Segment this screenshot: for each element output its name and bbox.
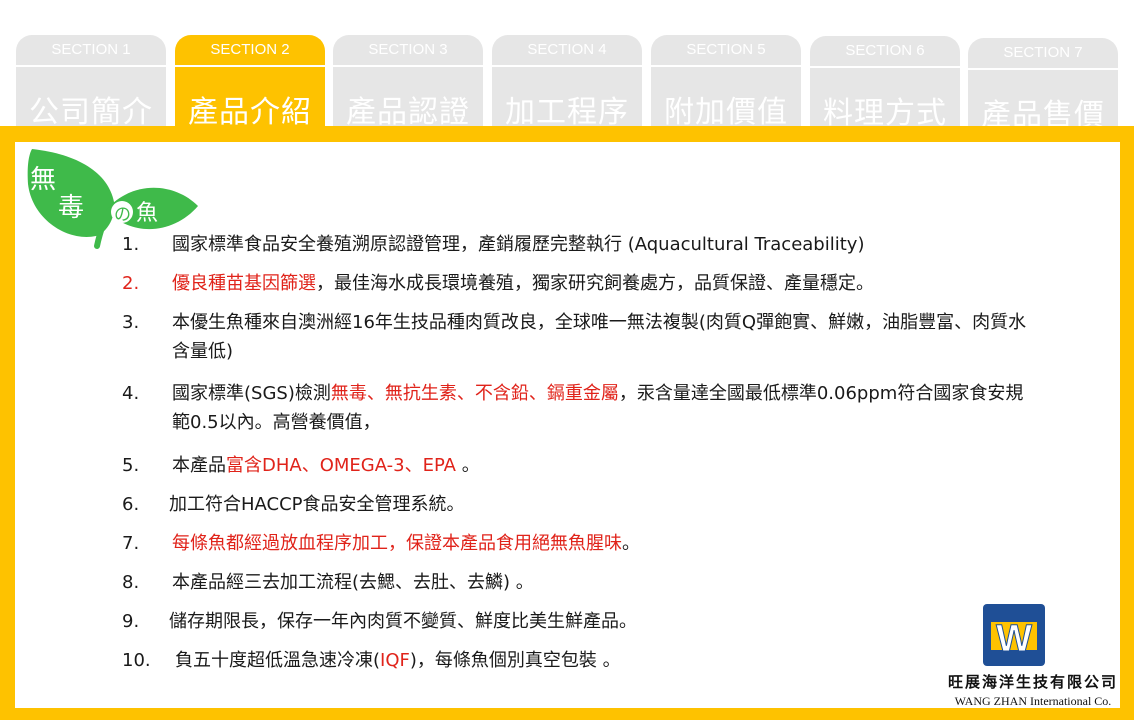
company-logo-icon: W [983,604,1045,666]
tab-divider [175,65,325,67]
list-item-text: 儲存期限長，保存一年內肉質不變質、鮮度比美生鮮產品。 [169,607,1029,636]
list-item: 3. 本優生魚種來自澳洲經16年生技品種肉質改良，全球唯一無法複製(肉質Q彈飽實、… [122,308,1026,379]
list-item-text: 本優生魚種來自澳洲經16年生技品種肉質改良，全球唯一無法複製(肉質Q彈飽實、鮮嫩… [172,308,1032,366]
list-item-text: 加工符合HACCP食品安全管理系統。 [169,490,1029,519]
list-item: 6. 加工符合HACCP食品安全管理系統。 [122,490,1022,529]
tab-divider [333,65,483,67]
list-item: 5. 本產品富含DHA、OMEGA-3、EPA 。 [122,451,1022,490]
list-item-number: 1. [122,234,140,255]
body-text: 國家標準(SGS)檢測 [172,383,331,404]
tab-section-5[interactable]: SECTION 5 附加價值 [651,35,801,128]
highlight-text: IQF [380,650,410,671]
badge-char-wu: 無 [30,165,56,195]
badge-char-no: の [114,205,131,225]
list-item-number: 2. [122,273,140,294]
tab-section-label: SECTION 6 [845,42,925,59]
list-item-number: 7. [122,533,140,554]
body-text: 儲存期限長，保存一年內肉質不變質、鮮度比美生鮮產品。 [169,611,637,632]
badge-char-yu: 魚 [136,201,158,226]
body-text: 本產品 [172,455,226,476]
list-item-number: 9. [122,611,140,632]
list-item-text: 優良種苗基因篩選，最佳海水成長環境養殖，獨家研究飼養處方，品質保證、產量穩定。 [172,269,1032,298]
list-item-text: 國家標準食品安全養殖溯原認證管理，產銷履歷完整執行 (Aquacultural … [172,230,1032,259]
body-text: 本產品經三去加工流程(去鰓、去肚、去鱗) 。 [172,572,534,593]
tab-title: 產品售價 [981,98,1105,131]
company-name-english: WANG ZHAN International Co. [954,694,1112,708]
highlight-text: 無毒、無抗生素、不含鉛、鎘重金屬 [330,383,619,404]
tab-title: 公司簡介 [29,95,153,128]
tab-title: 產品認證 [346,95,470,128]
list-item-number: 5. [122,455,140,476]
body-text: 加工符合HACCP食品安全管理系統。 [169,494,465,515]
list-item-number: 8. [122,572,140,593]
list-item-text: 國家標準(SGS)檢測無毒、無抗生素、不含鉛、鎘重金屬，汞含量達全國最低標準0.… [172,379,1032,437]
tab-title: 產品介紹 [188,95,312,128]
badge-char-du: 毒 [58,193,84,223]
list-item-text: 本產品富含DHA、OMEGA-3、EPA 。 [172,451,1032,480]
list-item: 10. 負五十度超低溫急速冷凍(IQF)，每條魚個別真空包裝 。 [122,646,1022,685]
body-text: 。 [622,533,640,554]
list-item: 8. 本產品經三去加工流程(去鰓、去肚、去鱗) 。 [122,568,1022,607]
tab-divider [651,65,801,67]
list-item-number: 4. [122,383,140,404]
list-item-number: 10. [122,650,151,671]
tab-section-4[interactable]: SECTION 4 加工程序 [492,35,642,128]
tab-section-7[interactable]: SECTION 7 產品售價 [968,38,1118,131]
tab-title: 附加價值 [664,95,788,128]
list-item: 1. 國家標準食品安全養殖溯原認證管理，產銷履歷完整執行 (Aquacultura… [122,230,1022,269]
list-item-text: 負五十度超低溫急速冷凍(IQF)，每條魚個別真空包裝 。 [175,646,1035,675]
body-text: 國家標準食品安全養殖溯原認證管理，產銷履歷完整執行 (Aquacultural … [172,234,865,255]
list-item-number: 6. [122,494,140,515]
body-text: 本優生魚種來自澳洲經16年生技品種肉質改良，全球唯一無法複製(肉質Q彈飽實、鮮嫩… [172,312,1027,362]
highlight-text: 富含DHA、OMEGA-3、EPA [226,455,456,476]
tab-title: 加工程序 [505,95,629,128]
tab-section-label: SECTION 3 [368,41,448,58]
company-name-chinese: 旺展海洋生技有限公司 [947,673,1118,691]
body-text: 負五十度超低溫急速冷凍( [175,650,381,671]
tab-divider [16,65,166,67]
highlight-text: 每條魚都經過放血程序加工，保證本產品食用絕無魚腥味 [172,533,622,554]
list-item-text: 每條魚都經過放血程序加工，保證本產品食用絕無魚腥味。 [172,529,1032,558]
tab-section-label: SECTION 7 [1003,44,1083,61]
body-text: ，最佳海水成長環境養殖，獨家研究飼養處方，品質保證、產量穩定。 [316,273,874,294]
list-item: 2. 優良種苗基因篩選，最佳海水成長環境養殖，獨家研究飼養處方，品質保證、產量穩定… [122,269,1022,308]
tab-divider [492,65,642,67]
list-item: 7. 每條魚都經過放血程序加工，保證本產品食用絕無魚腥味。 [122,529,1022,568]
list-item-number: 3. [122,312,140,333]
tab-section-1[interactable]: SECTION 1 公司簡介 [16,35,166,128]
tab-section-label: SECTION 1 [51,41,131,58]
list-item: 4. 國家標準(SGS)檢測無毒、無抗生素、不含鉛、鎘重金屬，汞含量達全國最低標準… [122,379,1023,451]
tab-title: 料理方式 [823,96,947,129]
list-item: 9. 儲存期限長，保存一年內肉質不變質、鮮度比美生鮮產品。 [122,607,1022,646]
body-text: 。 [455,455,480,476]
tab-section-3[interactable]: SECTION 3 產品認證 [333,35,483,128]
section-tabs: SECTION 1 公司簡介 SECTION 2 產品介紹 SECTION 3 產品認證 S… [0,0,1134,131]
tab-divider [968,68,1118,70]
company-name-block: 旺展海洋生技有限公司 WANG ZHAN International Co. [948,671,1118,709]
logo-letter: W [996,618,1032,660]
highlight-text: 優良種苗基因篩選 [172,273,316,294]
tab-divider [810,66,960,68]
tab-section-label: SECTION 4 [527,41,607,58]
tab-section-2[interactable]: SECTION 2 產品介紹 [175,35,325,128]
list-item-text: 本產品經三去加工流程(去鰓、去肚、去鱗) 。 [172,568,1032,597]
feature-list: 1. 國家標準食品安全養殖溯原認證管理，產銷履歷完整執行 (Aquacultura… [122,230,1026,685]
body-text: )，每條魚個別真空包裝 。 [409,650,621,671]
tab-section-label: SECTION 5 [686,41,766,58]
tab-section-6[interactable]: SECTION 6 料理方式 [810,36,960,129]
tab-section-label: SECTION 2 [210,41,290,58]
